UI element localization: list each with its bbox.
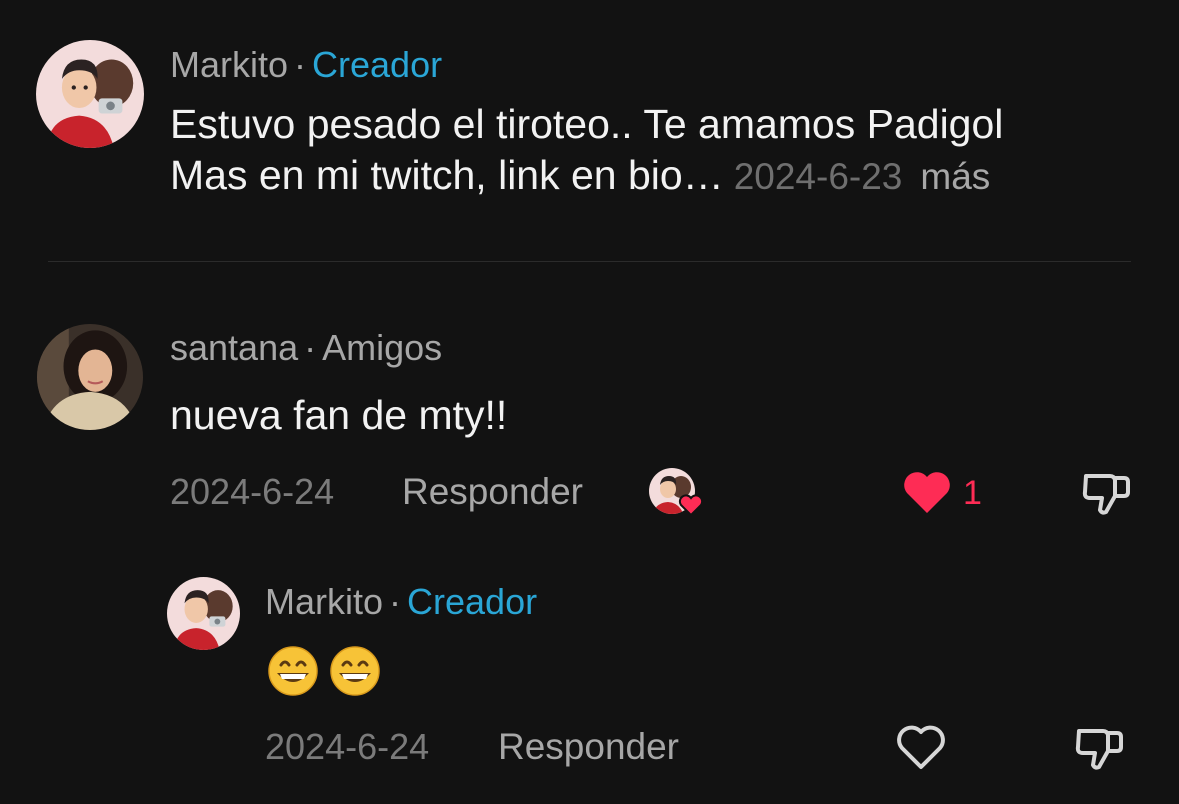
grinning-emoji xyxy=(268,646,318,696)
avatar-markito[interactable] xyxy=(36,40,144,148)
comment-text-line2: Mas en mi twitch, link en bio… 2024-6-23 m… xyxy=(170,150,990,202)
reply1-header: santana · Amigos xyxy=(170,328,442,368)
separator-dot: · xyxy=(389,581,402,622)
reply2-header: Markito · Creador xyxy=(265,582,537,622)
author-name[interactable]: Markito xyxy=(170,44,288,85)
comment-header: Markito · Creador xyxy=(170,45,442,85)
thumbs-down-icon[interactable] xyxy=(1073,721,1127,775)
heart-outline-icon[interactable] xyxy=(895,723,947,771)
separator-dot: · xyxy=(294,44,307,85)
avatar-markito[interactable] xyxy=(167,577,240,650)
thumbs-down-icon[interactable] xyxy=(1080,466,1134,520)
creator-liked-avatar xyxy=(648,467,706,517)
grinning-emoji xyxy=(330,646,380,696)
comments-panel: Markito · Creador Estuvo pesado el tiroteo… xyxy=(0,0,1179,804)
avatar-santana[interactable] xyxy=(37,324,143,430)
reply1-date: 2024-6-24 xyxy=(170,471,335,512)
author-name[interactable]: Markito xyxy=(265,581,383,622)
reply2-date: 2024-6-24 xyxy=(265,726,430,767)
more-link[interactable]: más xyxy=(920,156,990,197)
creator-badge: Creador xyxy=(312,44,443,85)
reply-button[interactable]: Responder xyxy=(402,472,583,512)
friends-badge: Amigos xyxy=(322,327,443,368)
reply1-text: nueva fan de mty!! xyxy=(170,392,508,438)
separator-dot: · xyxy=(304,327,317,368)
author-name[interactable]: santana xyxy=(170,327,298,368)
comment-text-continued: Mas en mi twitch, link en bio… xyxy=(170,152,724,198)
heart-filled-icon[interactable] xyxy=(901,469,953,515)
divider xyxy=(48,261,1131,262)
comment-text-line1: Estuvo pesado el tiroteo.. Te amamos Pad… xyxy=(170,101,1004,147)
comment-date: 2024-6-23 xyxy=(733,156,903,197)
creator-badge: Creador xyxy=(407,581,538,622)
like-count: 1 xyxy=(963,474,982,512)
reply-button[interactable]: Responder xyxy=(498,727,679,767)
